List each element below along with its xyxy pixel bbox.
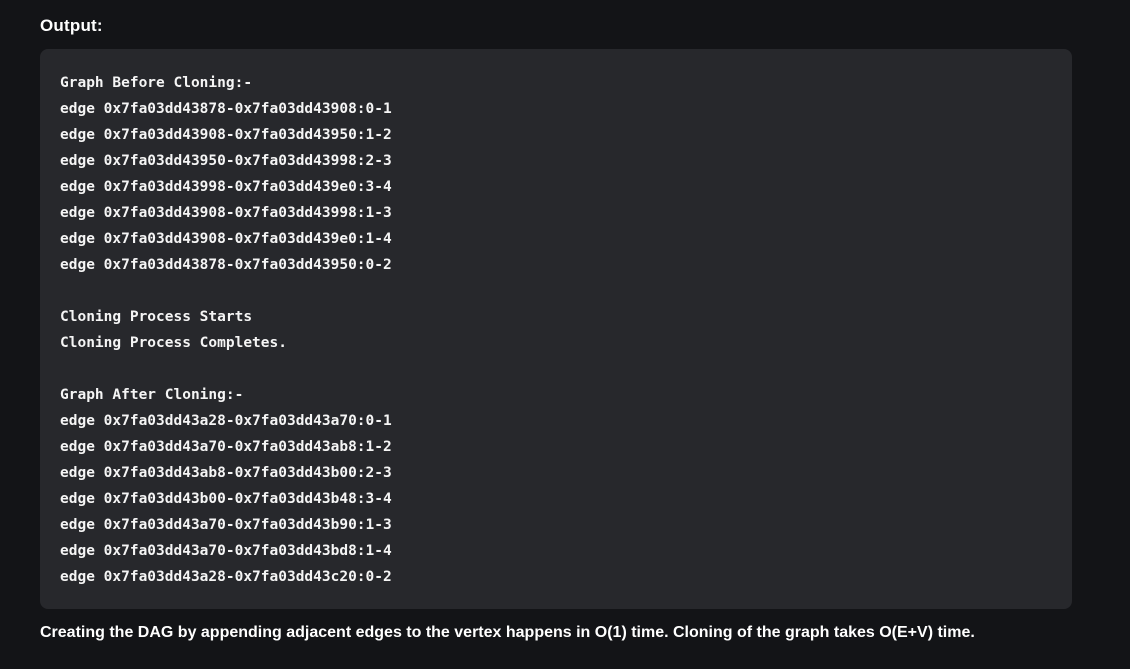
code-line: edge 0x7fa03dd43a70-0x7fa03dd43b90:1-3: [60, 517, 392, 533]
code-output-block: Graph Before Cloning:- edge 0x7fa03dd4387…: [40, 49, 1072, 609]
code-line: edge 0x7fa03dd43950-0x7fa03dd43998:2-3: [60, 153, 392, 169]
code-line: edge 0x7fa03dd43b00-0x7fa03dd43b48:3-4: [60, 491, 392, 507]
code-line: edge 0x7fa03dd43878-0x7fa03dd43908:0-1: [60, 101, 392, 117]
code-line: edge 0x7fa03dd43a28-0x7fa03dd43c20:0-2: [60, 569, 392, 585]
code-line: edge 0x7fa03dd43a70-0x7fa03dd43bd8:1-4: [60, 543, 392, 559]
complexity-caption: Creating the DAG by appending adjacent e…: [40, 624, 975, 641]
output-heading: Output:: [40, 16, 103, 35]
code-line: edge 0x7fa03dd43998-0x7fa03dd439e0:3-4: [60, 179, 392, 195]
code-line: Cloning Process Starts: [60, 309, 253, 325]
code-line: edge 0x7fa03dd43908-0x7fa03dd43950:1-2: [60, 127, 392, 143]
code-line: edge 0x7fa03dd43908-0x7fa03dd439e0:1-4: [60, 231, 392, 247]
code-line: edge 0x7fa03dd43908-0x7fa03dd43998:1-3: [60, 205, 392, 221]
code-line: edge 0x7fa03dd43a70-0x7fa03dd43ab8:1-2: [60, 439, 392, 455]
code-line: Graph Before Cloning:-: [60, 75, 253, 91]
code-output-text: Graph Before Cloning:- edge 0x7fa03dd4387…: [60, 70, 1052, 590]
code-line: Cloning Process Completes.: [60, 335, 287, 351]
code-line: edge 0x7fa03dd43ab8-0x7fa03dd43b00:2-3: [60, 465, 392, 481]
code-line: edge 0x7fa03dd43a28-0x7fa03dd43a70:0-1: [60, 413, 392, 429]
code-line: Graph After Cloning:-: [60, 387, 244, 403]
code-line: edge 0x7fa03dd43878-0x7fa03dd43950:0-2: [60, 257, 392, 273]
